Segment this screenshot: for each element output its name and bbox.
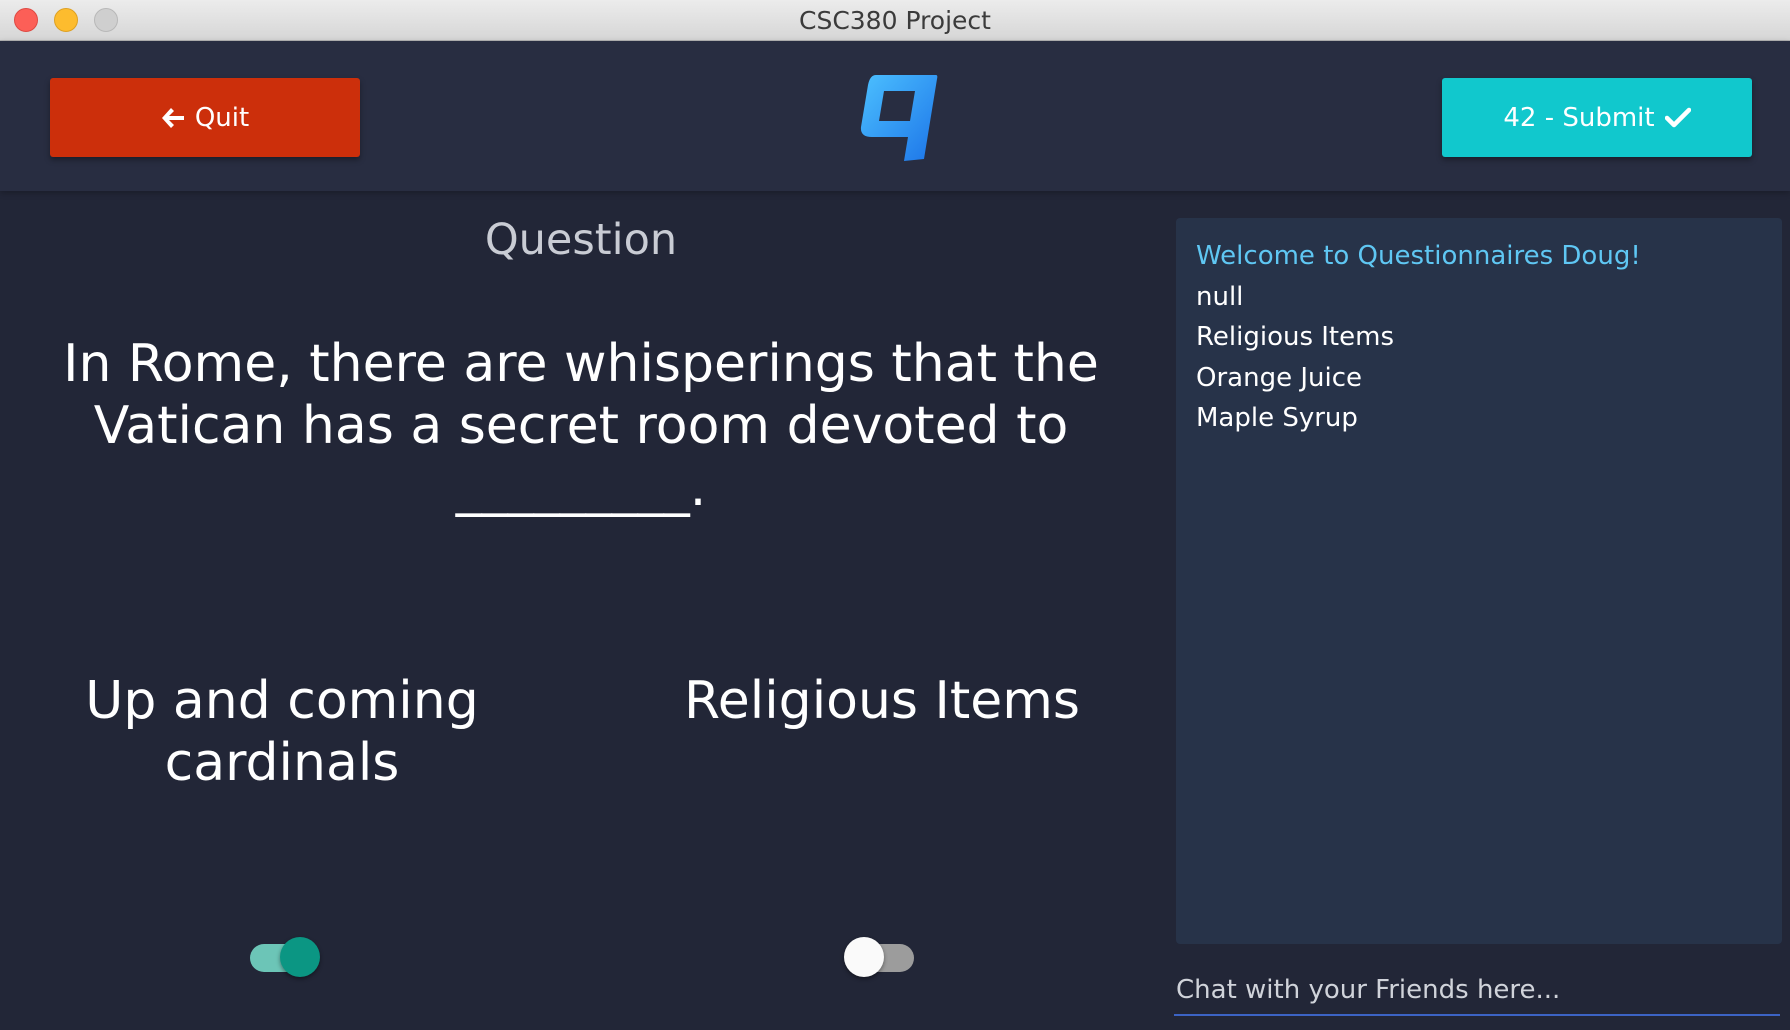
- chat-message: Maple Syrup: [1196, 403, 1358, 433]
- checkmark-icon: [1664, 107, 1691, 129]
- answer-1-toggle[interactable]: [244, 936, 324, 977]
- window-titlebar: CSC380 Project: [0, 0, 1790, 41]
- chat-panel[interactable]: Welcome to Questionnaires Doug! null Rel…: [1176, 218, 1782, 944]
- submit-label: 42 - Submit: [1503, 102, 1655, 133]
- answer-2-toggle[interactable]: [840, 936, 920, 977]
- chat-message: Orange Juice: [1196, 362, 1362, 393]
- question-text: In Rome, there are whisperings that the …: [63, 334, 1099, 518]
- chat-message: Welcome to Questionnaires Doug!: [1196, 241, 1641, 271]
- answer-option-1[interactable]: Up and coming cardinals: [22, 670, 542, 794]
- toggle-knob: [844, 937, 884, 977]
- answer-option-2[interactable]: Religious Items: [622, 670, 1142, 732]
- chat-message: null: [1196, 281, 1244, 312]
- chat-input[interactable]: [1174, 966, 1780, 1016]
- quit-button[interactable]: Quit: [50, 78, 360, 157]
- app-header: Quit 42 - Submit: [0, 41, 1790, 191]
- quit-label: Quit: [194, 102, 250, 133]
- submit-button[interactable]: 42 - Submit: [1442, 78, 1752, 157]
- q-logo-icon: [858, 71, 938, 163]
- window-title: CSC380 Project: [799, 6, 991, 35]
- question-heading: Question: [484, 215, 678, 265]
- arrow-left-icon: [161, 107, 185, 129]
- chat-message: Religious Items: [1196, 322, 1394, 352]
- toggle-knob: [280, 937, 320, 977]
